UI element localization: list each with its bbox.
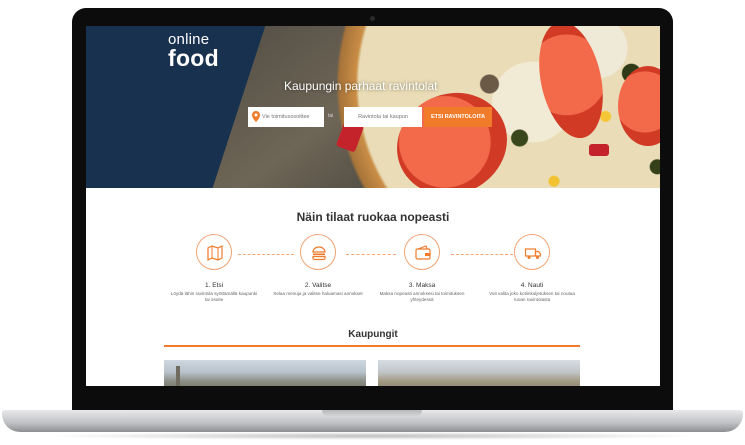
address-field[interactable] <box>248 107 324 127</box>
webcam-icon <box>370 16 375 21</box>
pepper-image <box>589 144 609 156</box>
restaurant-input[interactable] <box>344 107 422 127</box>
step-3-title: 3. Maksa <box>408 282 436 289</box>
wallet-icon <box>415 245 431 260</box>
step-1-desc: Löydä lähin ravintola syöttämällä kaupun… <box>170 291 258 303</box>
city-card-image[interactable] <box>378 360 580 386</box>
hero-banner: online food Kaupungin parhaat ravintolat… <box>86 26 660 188</box>
cities-title: Kaupungit <box>348 329 398 340</box>
location-pin-icon <box>252 111 260 122</box>
laptop-base-notch <box>322 410 422 417</box>
city-card-image[interactable] <box>164 360 366 386</box>
hero-title: Kaupungin parhaat ravintolat <box>284 79 438 93</box>
step-1-icon-circle <box>196 234 232 270</box>
logo-line-food: food <box>168 45 220 71</box>
browser-screen: online food Kaupungin parhaat ravintolat… <box>86 26 660 386</box>
step-2-icon-circle <box>300 234 336 270</box>
step-3-desc: Maksa nopeasti annoksesi tai toimituksen… <box>379 291 465 303</box>
step-4-desc: Voit valita joko kotiinkuljetuksen tai n… <box>489 291 575 303</box>
address-input[interactable] <box>262 107 322 127</box>
cities-title-underline <box>164 345 580 347</box>
step-connector <box>346 254 396 255</box>
step-4-icon-circle <box>514 234 550 270</box>
church-spire-image <box>176 366 180 386</box>
step-3-icon-circle <box>404 234 440 270</box>
map-icon <box>207 245 223 261</box>
laptop-shadow <box>40 432 705 440</box>
burger-icon <box>312 246 326 261</box>
search-restaurants-button[interactable]: ETSI RAVINTOLOITA <box>424 107 492 127</box>
site-logo[interactable]: online food <box>168 32 219 70</box>
delivery-truck-icon <box>524 248 542 259</box>
step-4-title: 4. Nauti <box>520 282 544 289</box>
step-connector <box>451 254 513 255</box>
step-2-title: 2. Valitse <box>304 282 332 289</box>
step-connector <box>238 254 294 255</box>
how-it-works-title: Näin tilaat ruokaa nopeasti <box>296 210 450 224</box>
or-label: tai <box>328 113 334 119</box>
step-2-desc: Selaa menuja ja valitse haluamasi annoks… <box>273 291 363 296</box>
step-1-title: 1. Etsi <box>204 282 224 289</box>
